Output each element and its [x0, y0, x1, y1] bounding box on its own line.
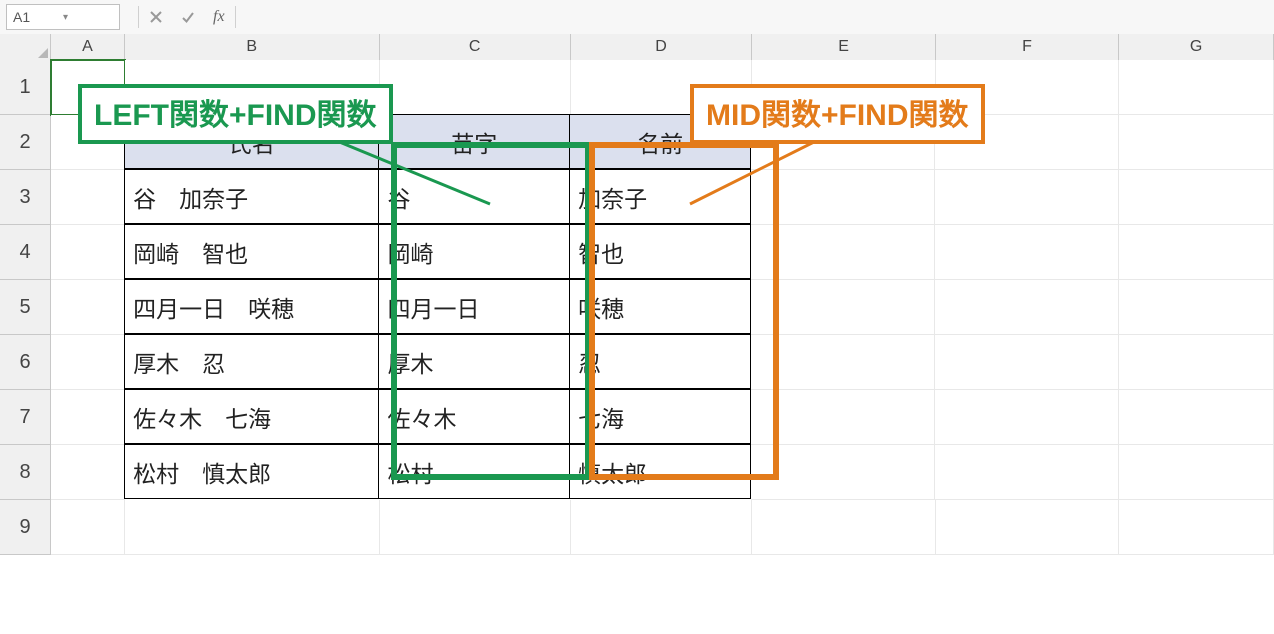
callout-left-find: LEFT関数+FIND関数	[78, 84, 393, 144]
callout-mid-find: MID関数+FIND関数	[690, 84, 985, 144]
row-header[interactable]: 4	[0, 225, 51, 280]
spreadsheet-grid: A B C D E F G 1 2 氏名 苗字 名前	[0, 34, 1274, 602]
table-row: 5 四月一日 咲穂 四月一日 咲穂	[0, 280, 1274, 335]
cell[interactable]	[51, 390, 125, 445]
cell-given[interactable]: 慎太郎	[569, 444, 751, 499]
cell[interactable]	[51, 445, 125, 500]
row-header[interactable]: 2	[0, 115, 51, 170]
cancel-icon[interactable]	[149, 10, 163, 24]
cell[interactable]	[751, 225, 935, 280]
cell[interactable]	[51, 225, 125, 280]
cell-fullname[interactable]: 佐々木 七海	[124, 389, 379, 444]
cell[interactable]	[125, 500, 380, 555]
row-header[interactable]: 6	[0, 335, 51, 390]
column-header[interactable]: F	[936, 34, 1120, 60]
column-header[interactable]: B	[125, 34, 380, 60]
cell[interactable]	[1119, 390, 1274, 445]
fx-icon[interactable]: fx	[213, 8, 225, 26]
cell[interactable]	[751, 445, 935, 500]
cell-given[interactable]: 七海	[569, 389, 751, 444]
table-row: 6 厚木 忍 厚木 忍	[0, 335, 1274, 390]
separator	[235, 6, 236, 28]
cell[interactable]	[751, 335, 935, 390]
column-header[interactable]: G	[1119, 34, 1274, 60]
cell[interactable]	[1119, 170, 1274, 225]
cell[interactable]	[935, 170, 1119, 225]
column-header[interactable]: C	[380, 34, 571, 60]
cell[interactable]	[935, 225, 1119, 280]
row-header[interactable]: 5	[0, 280, 51, 335]
row-header[interactable]: 1	[0, 60, 51, 115]
cell-surname[interactable]: 谷	[378, 169, 570, 224]
cell-given[interactable]: 加奈子	[569, 169, 751, 224]
row-header[interactable]: 7	[0, 390, 51, 445]
table-header-surname[interactable]: 苗字	[378, 114, 570, 169]
formula-bar-buttons: fx	[149, 8, 225, 26]
cell-surname[interactable]: 松村	[378, 444, 570, 499]
grid-row: 9	[0, 500, 1274, 555]
table-row: 7 佐々木 七海 佐々木 七海	[0, 390, 1274, 445]
table-row: 8 松村 慎太郎 松村 慎太郎	[0, 445, 1274, 500]
row-header[interactable]: 8	[0, 445, 51, 500]
column-header[interactable]: A	[51, 34, 125, 60]
cell[interactable]	[51, 335, 125, 390]
name-box-value: A1	[13, 9, 63, 25]
cell[interactable]	[1119, 335, 1274, 390]
cell[interactable]	[1119, 280, 1274, 335]
cell[interactable]	[380, 60, 571, 115]
formula-input[interactable]	[246, 5, 1268, 29]
cell-surname[interactable]: 厚木	[378, 334, 570, 389]
cell[interactable]	[935, 390, 1119, 445]
row-header[interactable]: 3	[0, 170, 51, 225]
cell[interactable]	[1119, 225, 1274, 280]
cell-fullname[interactable]: 松村 慎太郎	[124, 444, 379, 499]
cell[interactable]	[751, 170, 935, 225]
cell-surname[interactable]: 佐々木	[378, 389, 570, 444]
cell[interactable]	[51, 280, 125, 335]
cell[interactable]	[1119, 500, 1274, 555]
cell[interactable]	[380, 500, 571, 555]
cell[interactable]	[51, 500, 125, 555]
row-header[interactable]: 9	[0, 500, 51, 555]
cell-given[interactable]: 咲穂	[569, 279, 751, 334]
separator	[138, 6, 139, 28]
cell-surname[interactable]: 岡崎	[378, 224, 570, 279]
select-all-button[interactable]	[0, 34, 51, 60]
chevron-down-icon[interactable]: ▾	[63, 12, 113, 23]
table-row: 3 谷 加奈子 谷 加奈子	[0, 170, 1274, 225]
column-headers: A B C D E F G	[0, 34, 1274, 61]
cell[interactable]	[935, 280, 1119, 335]
cell[interactable]	[935, 445, 1119, 500]
name-box[interactable]: A1 ▾	[6, 4, 120, 30]
cell[interactable]	[752, 500, 936, 555]
cell-fullname[interactable]: 岡崎 智也	[124, 224, 379, 279]
column-header[interactable]: D	[571, 34, 753, 60]
cell-fullname[interactable]: 四月一日 咲穂	[124, 279, 379, 334]
cell[interactable]	[936, 500, 1120, 555]
cell-given[interactable]: 智也	[569, 224, 751, 279]
cell-fullname[interactable]: 厚木 忍	[124, 334, 379, 389]
cell-given[interactable]: 忍	[569, 334, 751, 389]
cell[interactable]	[51, 170, 125, 225]
table-row: 4 岡崎 智也 岡崎 智也	[0, 225, 1274, 280]
formula-bar: A1 ▾ fx	[0, 0, 1274, 35]
cell[interactable]	[1119, 60, 1274, 115]
cell[interactable]	[571, 500, 753, 555]
cell-surname[interactable]: 四月一日	[378, 279, 570, 334]
cell-fullname[interactable]: 谷 加奈子	[124, 169, 379, 224]
cell[interactable]	[935, 335, 1119, 390]
cell[interactable]	[751, 280, 935, 335]
cell[interactable]	[1119, 445, 1274, 500]
cell[interactable]	[1119, 115, 1274, 170]
enter-icon[interactable]	[181, 10, 195, 24]
cell[interactable]	[751, 390, 935, 445]
column-header[interactable]: E	[752, 34, 936, 60]
